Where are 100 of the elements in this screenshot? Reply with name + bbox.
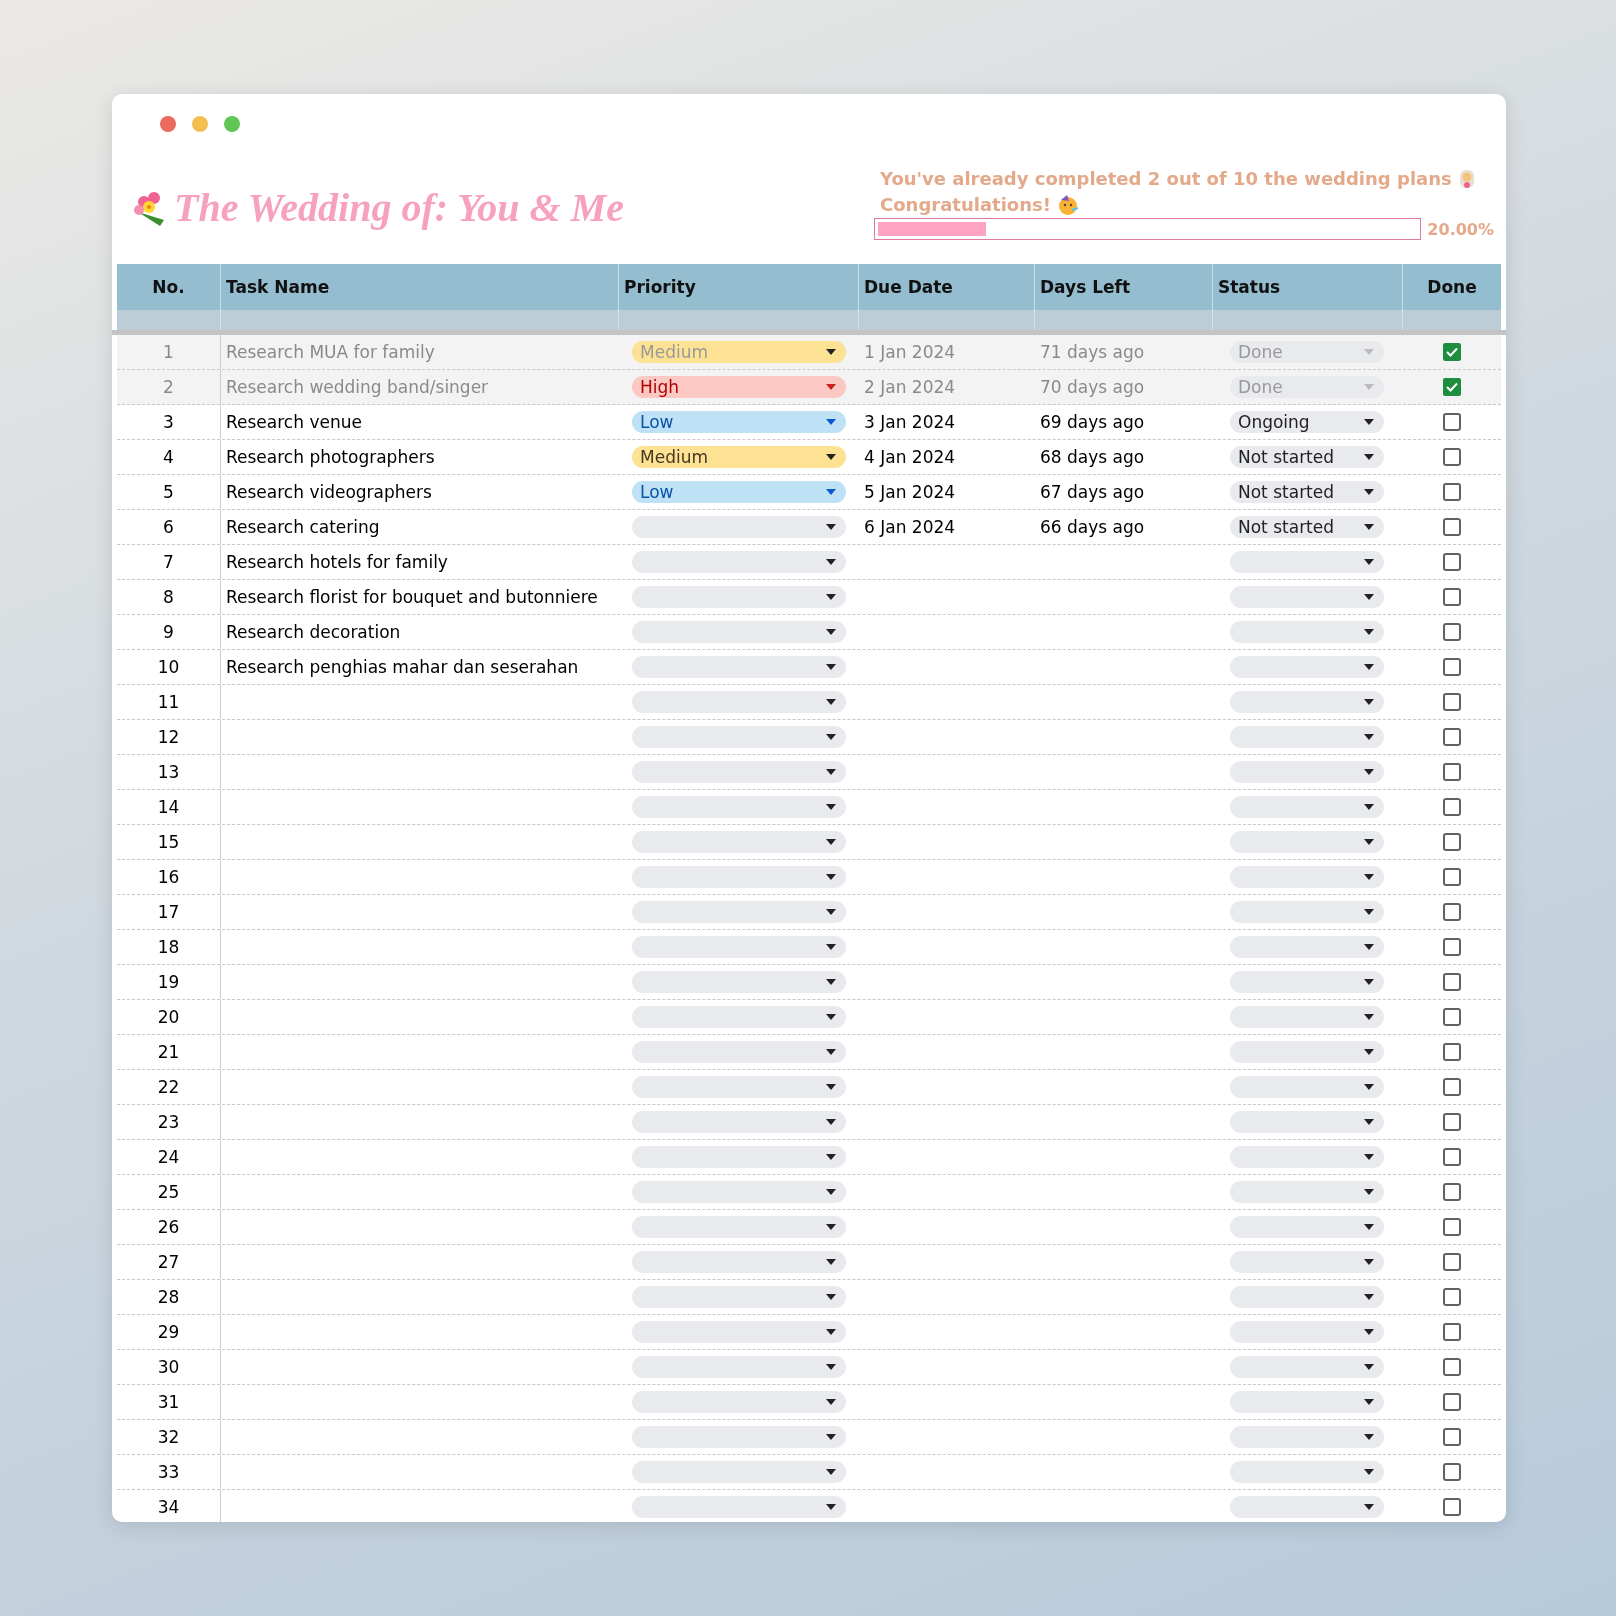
priority-dropdown[interactable]: [632, 761, 846, 783]
status-dropdown[interactable]: [1230, 656, 1384, 678]
priority-dropdown[interactable]: [632, 551, 846, 573]
status-dropdown[interactable]: [1230, 1251, 1384, 1273]
priority-dropdown[interactable]: [632, 1041, 846, 1063]
status-dropdown[interactable]: [1230, 1216, 1384, 1238]
status-dropdown[interactable]: [1230, 796, 1384, 818]
priority-dropdown[interactable]: [632, 1251, 846, 1273]
maximize-button[interactable]: [224, 116, 240, 132]
priority-dropdown[interactable]: [632, 1216, 846, 1238]
status-dropdown[interactable]: Not started: [1230, 446, 1384, 468]
priority-dropdown[interactable]: [632, 1006, 846, 1028]
priority-dropdown[interactable]: [632, 1426, 846, 1448]
priority-dropdown[interactable]: Low: [632, 481, 846, 503]
status-dropdown[interactable]: [1230, 1426, 1384, 1448]
status-dropdown[interactable]: [1230, 621, 1384, 643]
checkbox[interactable]: [1443, 1393, 1461, 1411]
status-dropdown[interactable]: [1230, 1286, 1384, 1308]
checkbox[interactable]: [1443, 763, 1461, 781]
priority-dropdown[interactable]: [632, 1321, 846, 1343]
status-dropdown[interactable]: [1230, 1461, 1384, 1483]
checkbox[interactable]: [1443, 903, 1461, 921]
status-dropdown[interactable]: [1230, 1111, 1384, 1133]
status-dropdown[interactable]: [1230, 831, 1384, 853]
checkbox[interactable]: [1443, 553, 1461, 571]
status-dropdown[interactable]: [1230, 586, 1384, 608]
checkbox[interactable]: [1443, 343, 1461, 361]
status-dropdown[interactable]: [1230, 1006, 1384, 1028]
priority-dropdown[interactable]: [632, 1391, 846, 1413]
checkbox[interactable]: [1443, 588, 1461, 606]
priority-dropdown[interactable]: High: [632, 376, 846, 398]
close-button[interactable]: [160, 116, 176, 132]
priority-dropdown[interactable]: [632, 691, 846, 713]
priority-dropdown[interactable]: [632, 1286, 846, 1308]
priority-dropdown[interactable]: [632, 1146, 846, 1168]
status-dropdown[interactable]: [1230, 761, 1384, 783]
checkbox[interactable]: [1443, 483, 1461, 501]
status-dropdown[interactable]: [1230, 971, 1384, 993]
checkbox[interactable]: [1443, 1288, 1461, 1306]
checkbox[interactable]: [1443, 1463, 1461, 1481]
checkbox[interactable]: [1443, 973, 1461, 991]
status-dropdown[interactable]: [1230, 1076, 1384, 1098]
priority-dropdown[interactable]: [632, 971, 846, 993]
priority-dropdown[interactable]: [632, 1076, 846, 1098]
checkbox[interactable]: [1443, 1498, 1461, 1516]
priority-dropdown[interactable]: [632, 831, 846, 853]
priority-dropdown[interactable]: [632, 1461, 846, 1483]
checkbox[interactable]: [1443, 1008, 1461, 1026]
priority-dropdown[interactable]: [632, 901, 846, 923]
checkbox[interactable]: [1443, 1113, 1461, 1131]
priority-dropdown[interactable]: Low: [632, 411, 846, 433]
checkbox[interactable]: [1443, 938, 1461, 956]
checkbox[interactable]: [1443, 413, 1461, 431]
priority-dropdown[interactable]: [632, 866, 846, 888]
checkbox[interactable]: [1443, 833, 1461, 851]
checkbox[interactable]: [1443, 728, 1461, 746]
priority-dropdown[interactable]: [632, 621, 846, 643]
status-dropdown[interactable]: Ongoing: [1230, 411, 1384, 433]
status-dropdown[interactable]: [1230, 691, 1384, 713]
checkbox[interactable]: [1443, 1253, 1461, 1271]
status-dropdown[interactable]: [1230, 866, 1384, 888]
status-dropdown[interactable]: [1230, 1041, 1384, 1063]
checkbox[interactable]: [1443, 378, 1461, 396]
status-dropdown[interactable]: [1230, 726, 1384, 748]
priority-dropdown[interactable]: [632, 586, 846, 608]
priority-dropdown[interactable]: [632, 1111, 846, 1133]
status-dropdown[interactable]: [1230, 1496, 1384, 1518]
status-dropdown[interactable]: [1230, 901, 1384, 923]
status-dropdown[interactable]: [1230, 1391, 1384, 1413]
status-dropdown[interactable]: Not started: [1230, 481, 1384, 503]
checkbox[interactable]: [1443, 1148, 1461, 1166]
status-dropdown[interactable]: [1230, 1146, 1384, 1168]
priority-dropdown[interactable]: [632, 1496, 846, 1518]
status-dropdown[interactable]: [1230, 1321, 1384, 1343]
checkbox[interactable]: [1443, 1078, 1461, 1096]
checkbox[interactable]: [1443, 1218, 1461, 1236]
status-dropdown[interactable]: [1230, 1181, 1384, 1203]
minimize-button[interactable]: [192, 116, 208, 132]
status-dropdown[interactable]: [1230, 936, 1384, 958]
checkbox[interactable]: [1443, 448, 1461, 466]
priority-dropdown[interactable]: [632, 1356, 846, 1378]
checkbox[interactable]: [1443, 868, 1461, 886]
priority-dropdown[interactable]: [632, 726, 846, 748]
checkbox[interactable]: [1443, 1043, 1461, 1061]
status-dropdown[interactable]: Not started: [1230, 516, 1384, 538]
priority-dropdown[interactable]: [632, 516, 846, 538]
priority-dropdown[interactable]: [632, 656, 846, 678]
priority-dropdown[interactable]: [632, 796, 846, 818]
checkbox[interactable]: [1443, 1428, 1461, 1446]
checkbox[interactable]: [1443, 798, 1461, 816]
status-dropdown[interactable]: [1230, 1356, 1384, 1378]
priority-dropdown[interactable]: [632, 936, 846, 958]
checkbox[interactable]: [1443, 693, 1461, 711]
priority-dropdown[interactable]: [632, 1181, 846, 1203]
checkbox[interactable]: [1443, 518, 1461, 536]
checkbox[interactable]: [1443, 623, 1461, 641]
priority-dropdown[interactable]: Medium: [632, 446, 846, 468]
status-dropdown[interactable]: [1230, 551, 1384, 573]
checkbox[interactable]: [1443, 658, 1461, 676]
checkbox[interactable]: [1443, 1183, 1461, 1201]
